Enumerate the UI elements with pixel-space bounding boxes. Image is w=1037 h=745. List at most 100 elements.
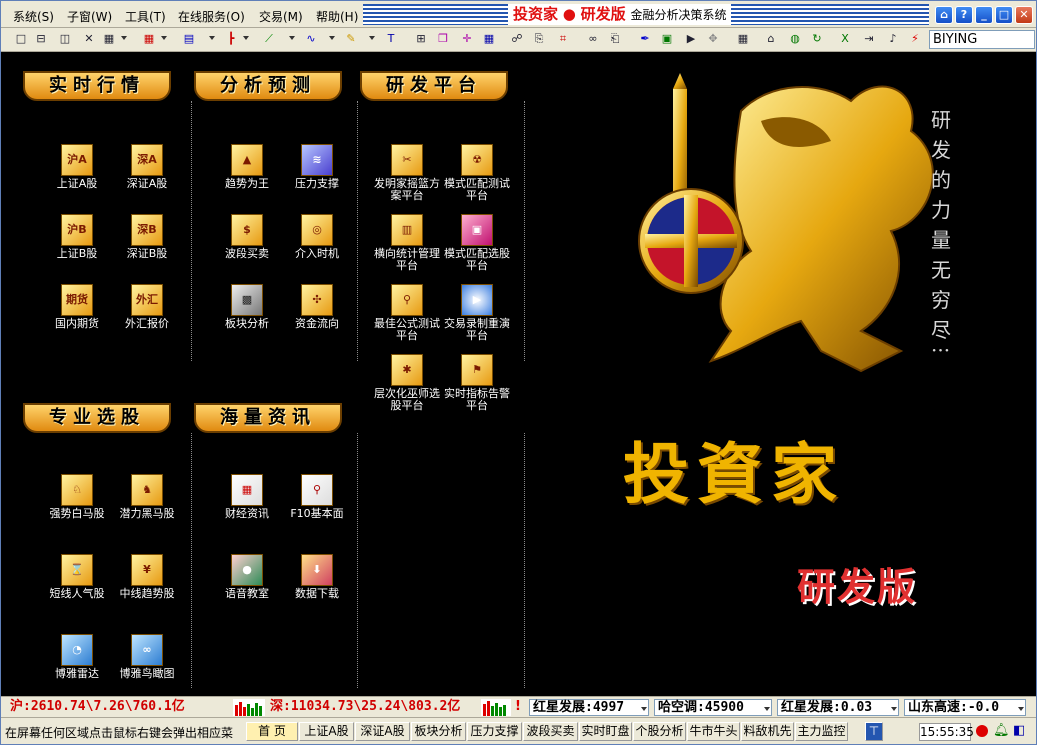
menu-trade[interactable]: 交易(M) (259, 8, 303, 25)
grid-icon[interactable]: ▦ (101, 31, 117, 47)
chart-pattern-icon[interactable]: ⌗ (555, 31, 571, 47)
move-icon[interactable]: ✥ (705, 31, 721, 47)
maximize-icon[interactable]: □ (995, 6, 1013, 24)
tab-menu-icon[interactable]: ⊤ (865, 722, 883, 741)
research-item-alert[interactable]: ⚑ 实时指标告警平台 (441, 354, 513, 412)
chevron-down-icon[interactable] (891, 707, 897, 711)
matrix-icon[interactable]: ▦ (481, 31, 497, 47)
record-icon[interactable] (976, 725, 988, 737)
chevron-down-icon[interactable] (369, 36, 375, 40)
split-vertical-icon[interactable]: ◫ (57, 31, 73, 47)
menu-subwindow[interactable]: 子窗(W) (67, 8, 112, 25)
tab-sh-a[interactable]: 上证A股 (299, 722, 354, 741)
kline-icon[interactable]: ┣ (223, 31, 239, 47)
realtime-item-futures[interactable]: 期货 国内期货 (41, 284, 113, 342)
minimize-icon[interactable]: _ (975, 6, 993, 24)
picking-item-dark-horse[interactable]: ♞ 潜力黑马股 (111, 474, 183, 532)
home-window-icon[interactable]: ⌂ (935, 6, 953, 24)
globe-icon[interactable]: ◍ (787, 31, 803, 47)
list-icon[interactable]: ▤ (181, 31, 197, 47)
realtime-item-forex[interactable]: 外汇 外汇报价 (111, 284, 183, 342)
forecast-item-capital-flow[interactable]: ✣ 资金流向 (281, 284, 353, 342)
calculator-icon[interactable]: ▦ (735, 31, 751, 47)
news-item-audio-class[interactable]: ● 语音教室 (211, 554, 283, 612)
highlight-icon[interactable]: ✎ (343, 31, 359, 47)
realtime-item-sh-b[interactable]: 沪B 上证B股 (41, 214, 113, 272)
picking-item-white-horse[interactable]: ♘ 强势白马股 (41, 474, 113, 532)
sound-icon[interactable]: ♪ (885, 31, 901, 47)
ticker-shandong-expressway[interactable]: 山东高速:-0.0 (904, 699, 1026, 716)
play-icon[interactable]: ▶ (683, 31, 699, 47)
glasses-icon[interactable]: ∞ (585, 31, 601, 47)
menu-help[interactable]: 帮助(H) (316, 8, 358, 25)
tab-home[interactable]: 首 页 (246, 722, 298, 741)
research-item-inventor[interactable]: ✂ 发明家摇篮方案平台 (371, 144, 443, 202)
help-window-icon[interactable]: ? (955, 6, 973, 24)
table-icon[interactable]: ▦ (141, 31, 157, 47)
bell-icon[interactable]: 🔔︎ (993, 723, 1010, 738)
sh-index-quote[interactable]: 沪:2610.74\7.26\760.1亿 (7, 699, 229, 716)
chevron-down-icon[interactable] (243, 36, 249, 40)
ticker-hongxing-change[interactable]: 红星发展:0.03 (777, 699, 899, 716)
forecast-item-timing[interactable]: ◎ 介入时机 (281, 214, 353, 272)
chevron-down-icon[interactable] (1018, 707, 1024, 711)
realtime-item-sz-a[interactable]: 深A 深证A股 (111, 144, 183, 202)
refresh-icon[interactable]: ↻ (809, 31, 825, 47)
picking-item-short-term[interactable]: ⌛ 短线人气股 (41, 554, 113, 612)
realtime-item-sz-b[interactable]: 深B 深证B股 (111, 214, 183, 272)
research-item-formula-test[interactable]: ⚲ 最佳公式测试平台 (371, 284, 443, 342)
research-item-pattern-pick[interactable]: ▣ 模式匹配选股平台 (441, 214, 513, 272)
research-item-statistics[interactable]: ▥ 横向统计管理平台 (371, 214, 443, 272)
sz-index-quote[interactable]: 深:11034.73\25.24\803.2亿 (267, 699, 477, 716)
wave-icon[interactable]: ∿ (303, 31, 319, 47)
menu-online-service[interactable]: 在线服务(O) (178, 8, 245, 25)
research-item-wizard[interactable]: ✱ 层次化巫师选股平台 (371, 354, 443, 412)
lightning-icon[interactable]: ⚡ (907, 31, 923, 47)
ticker-hongxing-volume[interactable]: 红星发展:4997 (529, 699, 649, 716)
chevron-down-icon[interactable] (764, 707, 770, 711)
chevron-down-icon[interactable] (329, 36, 335, 40)
forecast-item-sector[interactable]: ▩ 板块分析 (211, 284, 283, 342)
menu-system[interactable]: 系统(S) (13, 8, 54, 25)
picking-item-mid-trend[interactable]: ¥ 中线趋势股 (111, 554, 183, 612)
network-icon[interactable]: ☍ (509, 31, 525, 47)
forecast-item-trend[interactable]: ▲ 趋势为王 (211, 144, 283, 202)
export-icon[interactable]: ⇥ (861, 31, 877, 47)
stock-code-input[interactable]: BIYING (929, 30, 1035, 49)
home-icon[interactable]: ⌂ (763, 31, 779, 47)
trend-line-icon[interactable]: ⟋ (261, 31, 277, 47)
windows-icon[interactable]: ❐ (435, 31, 451, 47)
tab-stock-analysis[interactable]: 个股分析 (633, 722, 686, 741)
research-item-pattern-test[interactable]: ☢ 模式匹配测试平台 (441, 144, 513, 202)
tab-sector[interactable]: 板块分析 (411, 722, 466, 741)
image-icon[interactable]: ▣ (659, 31, 675, 47)
layout-icon[interactable]: ⊞ (413, 31, 429, 47)
news-item-f10[interactable]: ⚲ F10基本面 (281, 474, 353, 532)
cross-cursor-icon[interactable]: ✛ (459, 31, 475, 47)
research-item-replay[interactable]: ▶ 交易录制重演平台 (441, 284, 513, 342)
realtime-item-sh-a[interactable]: 沪A 上证A股 (41, 144, 113, 202)
menu-tools[interactable]: 工具(T) (125, 8, 166, 25)
tab-swing[interactable]: 波段买卖 (523, 722, 578, 741)
split-horizontal-icon[interactable]: ⊟ (33, 31, 49, 47)
close-page-icon[interactable]: ✕ (81, 31, 97, 47)
copy-icon[interactable]: ⎘ (531, 31, 547, 47)
chevron-down-icon[interactable] (161, 36, 167, 40)
text-icon[interactable]: T (383, 31, 399, 47)
picking-item-birdview[interactable]: ∞ 博雅鸟瞰图 (111, 634, 183, 692)
new-page-icon[interactable]: □ (13, 31, 29, 47)
tab-anticipate[interactable]: 料敌机先 (741, 722, 794, 741)
chevron-down-icon[interactable] (641, 707, 647, 711)
tab-bull-market[interactable]: 牛市牛头 (687, 722, 740, 741)
picking-item-radar[interactable]: ◔ 博雅雷达 (41, 634, 113, 692)
news-item-download[interactable]: ⬇ 数据下载 (281, 554, 353, 612)
news-item-finance[interactable]: ▦ 财经资讯 (211, 474, 283, 532)
tab-sz-a[interactable]: 深证A股 (355, 722, 410, 741)
forecast-item-swing[interactable]: $ 波段买卖 (211, 214, 283, 272)
ticker-hakongtiao[interactable]: 哈空调:45900 (654, 699, 772, 716)
pen-icon[interactable]: ✒ (637, 31, 653, 47)
close-icon[interactable]: ✕ (1015, 6, 1033, 24)
tab-support[interactable]: 压力支撑 (467, 722, 522, 741)
tray-icon[interactable]: ◧ (1013, 723, 1025, 738)
chevron-down-icon[interactable] (209, 36, 215, 40)
